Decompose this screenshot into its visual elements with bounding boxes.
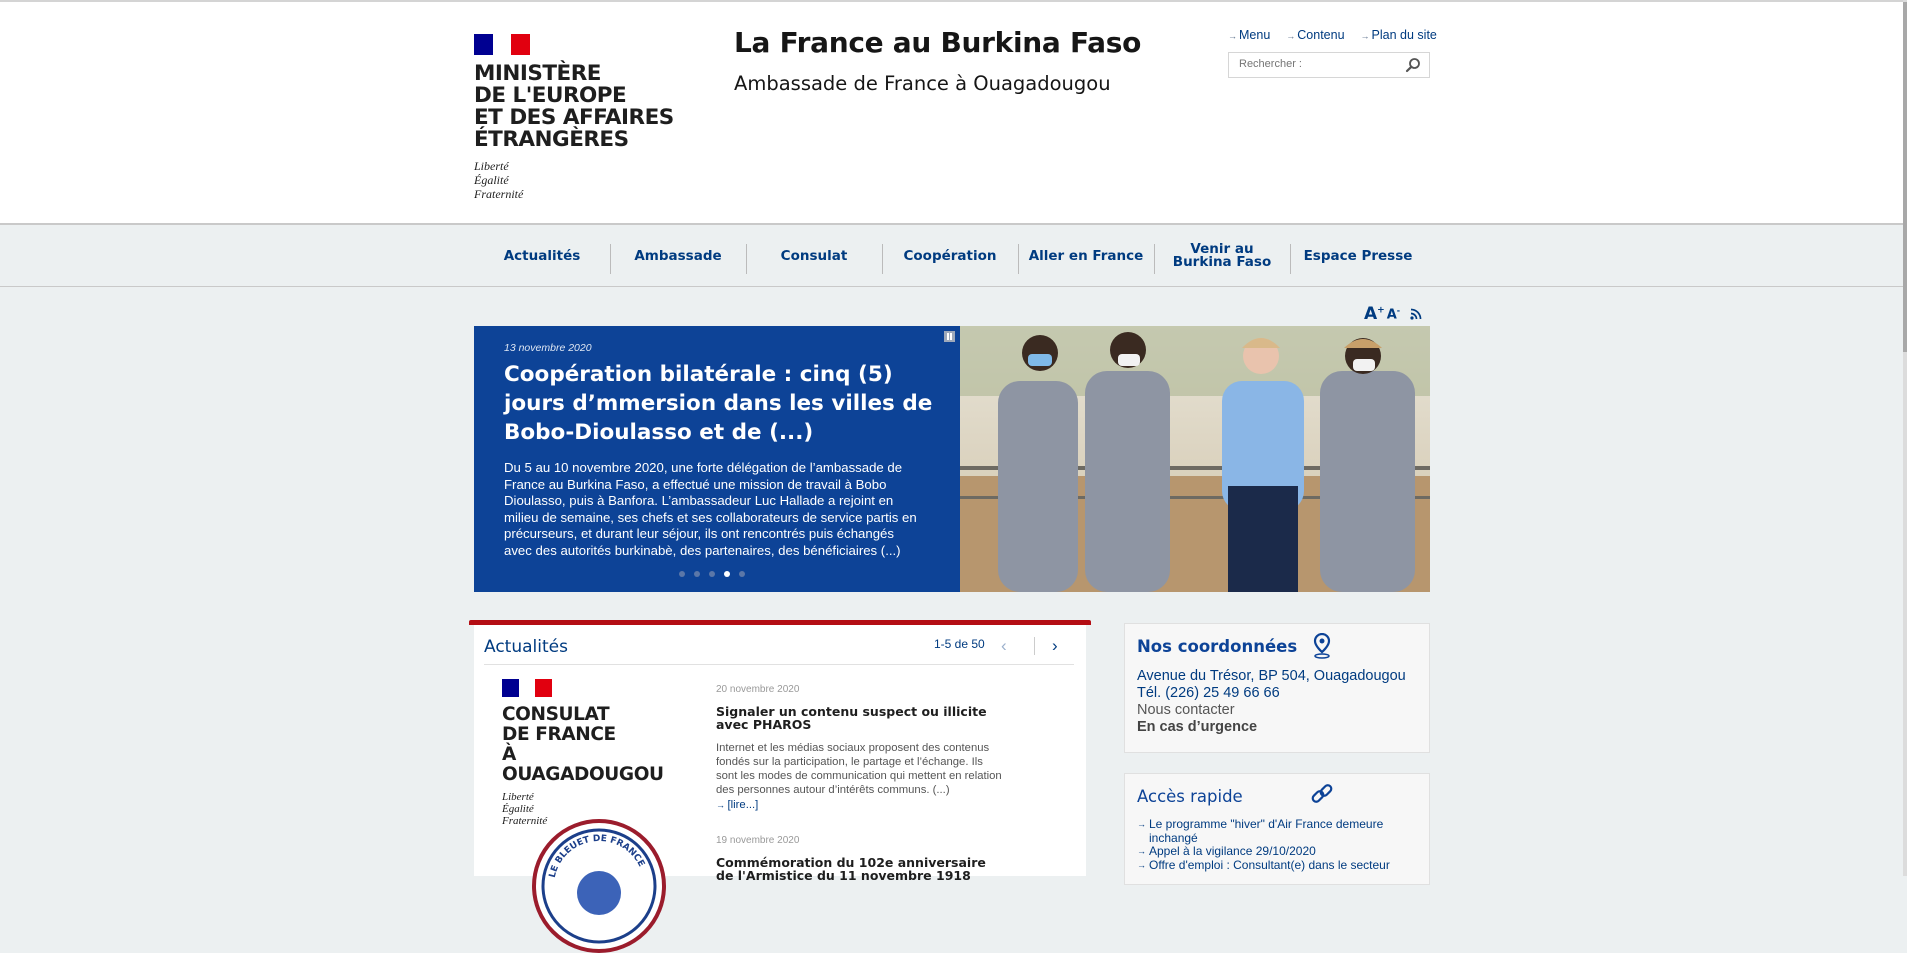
- contact-us-link[interactable]: Nous contacter: [1137, 702, 1235, 718]
- font-increase-button[interactable]: A+: [1364, 304, 1385, 324]
- news-date: 19 novembre 2020: [716, 835, 800, 846]
- slider-dots: [679, 571, 745, 577]
- nav-item-venir-au-burkina[interactable]: Venir au Burkina Faso: [1154, 226, 1290, 286]
- news-slider: 13 novembre 2020 Coopération bilatérale …: [474, 326, 1430, 592]
- motto-line: Liberté: [502, 791, 534, 803]
- scrollbar-thumb[interactable]: [1903, 2, 1907, 352]
- font-increase-sign: +: [1377, 305, 1385, 316]
- consulat-line: À OUAGADOUGOU: [502, 744, 664, 785]
- slider-dot[interactable]: [694, 571, 700, 577]
- quick-access-heading: Accès rapide: [1137, 787, 1243, 806]
- contact-box: Nos coordonnées Avenue du Trésor, BP 504…: [1124, 623, 1430, 753]
- location-pin-icon: [1313, 633, 1331, 659]
- quick-access-link[interactable]: Le programme "hiver" d'Air France demeur…: [1137, 817, 1423, 845]
- bleuet-badge-thumbnail[interactable]: LE BLEUET DE FRANCE: [532, 819, 666, 953]
- top-links: Menu Contenu Plan du site: [1228, 28, 1437, 42]
- quick-access-list: Le programme "hiver" d'Air France demeur…: [1137, 817, 1423, 873]
- republic-motto: Liberté Égalité Fraternité: [474, 159, 674, 201]
- pause-icon[interactable]: [944, 331, 955, 342]
- contact-address[interactable]: Avenue du Trésor, BP 504, Ouagadougou: [1137, 668, 1406, 684]
- slide-title[interactable]: Coopération bilatérale : cinq (5) jours …: [504, 360, 944, 447]
- motto-line: Liberté: [474, 159, 509, 173]
- content-link[interactable]: Contenu: [1286, 28, 1344, 42]
- nav-divider: [0, 286, 1907, 287]
- font-decrease-button[interactable]: A-: [1387, 306, 1400, 322]
- slide-date: 13 novembre 2020: [504, 342, 592, 354]
- font-decrease-label: A: [1386, 307, 1397, 323]
- slide-photo-illustration: [960, 326, 1430, 592]
- search-icon[interactable]: [1405, 57, 1421, 73]
- ministry-logo[interactable]: MINISTÈRE DE L'EUROPE ET DES AFFAIRES ÉT…: [474, 34, 674, 201]
- font-decrease-sign: -: [1396, 305, 1401, 315]
- ministry-name: MINISTÈRE DE L'EUROPE ET DES AFFAIRES ÉT…: [474, 63, 674, 151]
- quick-access-link[interactable]: Appel à la vigilance 29/10/2020: [1137, 844, 1423, 859]
- ministry-line: ÉTRANGÈRES: [474, 127, 629, 152]
- slider-dot[interactable]: [739, 571, 745, 577]
- contact-heading: Nos coordonnées: [1137, 637, 1298, 656]
- pager-divider: [1034, 637, 1035, 655]
- news-accent-bar: [469, 620, 1091, 625]
- contact-phone[interactable]: Tél. (226) 25 49 66 66: [1137, 685, 1280, 701]
- nav-item-consulat[interactable]: Consulat: [746, 226, 882, 286]
- ministry-line: DE L'EUROPE: [474, 83, 627, 108]
- flag-icon: [474, 34, 531, 55]
- page-scrollbar[interactable]: [1903, 0, 1907, 876]
- nav-item-actualites[interactable]: Actualités: [474, 226, 610, 286]
- quick-access-link[interactable]: Offre d'emploi : Consultant(e) dans le s…: [1137, 858, 1423, 873]
- motto-line: Égalité: [502, 803, 534, 815]
- consulat-line: CONSULAT: [502, 704, 610, 725]
- emergency-link[interactable]: En cas d’urgence: [1137, 719, 1257, 735]
- nav-item-aller-en-france[interactable]: Aller en France: [1018, 226, 1154, 286]
- link-icon: [1311, 784, 1333, 803]
- news-divider: [484, 664, 1074, 665]
- quick-access-box: Accès rapide Le programme "hiver" d'Air …: [1124, 773, 1430, 885]
- slide-photo[interactable]: [960, 326, 1430, 592]
- consulat-logo-title: CONSULAT DE FRANCE À OUAGADOUGOU: [502, 705, 682, 785]
- slider-dot[interactable]: [679, 571, 685, 577]
- consulat-logo-thumbnail[interactable]: CONSULAT DE FRANCE À OUAGADOUGOU Liberté…: [502, 679, 682, 827]
- main-nav: Actualités Ambassade Consulat Coopératio…: [474, 226, 1430, 286]
- nav-item-espace-presse[interactable]: Espace Presse: [1290, 226, 1426, 286]
- font-increase-label: A: [1364, 304, 1378, 324]
- motto-line: Égalité: [474, 173, 509, 187]
- site-title[interactable]: La France au Burkina Faso: [734, 26, 1141, 59]
- consulat-line: DE FRANCE: [502, 724, 616, 745]
- rss-icon[interactable]: [1410, 308, 1422, 320]
- site-header: MINISTÈRE DE L'EUROPE ET DES AFFAIRES ÉT…: [0, 2, 1907, 225]
- search-box: [1228, 52, 1430, 78]
- news-excerpt: Internet et les médias sociaux proposent…: [716, 742, 1002, 796]
- slider-dot[interactable]: [724, 571, 730, 577]
- next-page-icon[interactable]: ›: [1052, 636, 1058, 656]
- news-heading[interactable]: Actualités: [484, 637, 568, 657]
- ministry-line: MINISTÈRE: [474, 61, 601, 86]
- flag-icon: [502, 679, 553, 697]
- prev-page-icon[interactable]: ‹: [1001, 636, 1007, 656]
- news-panel: Actualités 1-5 de 50 ‹ › CONSULAT DE FRA…: [469, 620, 1091, 953]
- news-title[interactable]: Commémoration du 102e anniversaire de l'…: [716, 856, 1006, 882]
- news-date: 20 novembre 2020: [716, 684, 800, 695]
- site-subtitle: Ambassade de France à Ouagadougou: [734, 72, 1111, 95]
- ministry-line: ET DES AFFAIRES: [474, 105, 674, 130]
- slide-body: Du 5 au 10 novembre 2020, une forte délé…: [504, 460, 917, 558]
- slide-caption[interactable]: 13 novembre 2020 Coopération bilatérale …: [474, 326, 960, 592]
- nav-item-ambassade[interactable]: Ambassade: [610, 226, 746, 286]
- sitemap-link[interactable]: Plan du site: [1361, 28, 1437, 42]
- news-title[interactable]: Signaler un contenu suspect ou illicite …: [716, 705, 1006, 731]
- menu-link[interactable]: Menu: [1228, 28, 1270, 42]
- read-more-link[interactable]: [lire...]: [716, 799, 759, 811]
- news-pager: 1-5 de 50: [934, 637, 985, 651]
- motto-line: Fraternité: [474, 187, 524, 201]
- slider-dot[interactable]: [709, 571, 715, 577]
- bleuet-badge-image: LE BLEUET DE FRANCE: [541, 828, 657, 944]
- page-tools: A+ A-: [1364, 304, 1422, 324]
- nav-item-cooperation[interactable]: Coopération: [882, 226, 1018, 286]
- search-input[interactable]: [1239, 58, 1399, 70]
